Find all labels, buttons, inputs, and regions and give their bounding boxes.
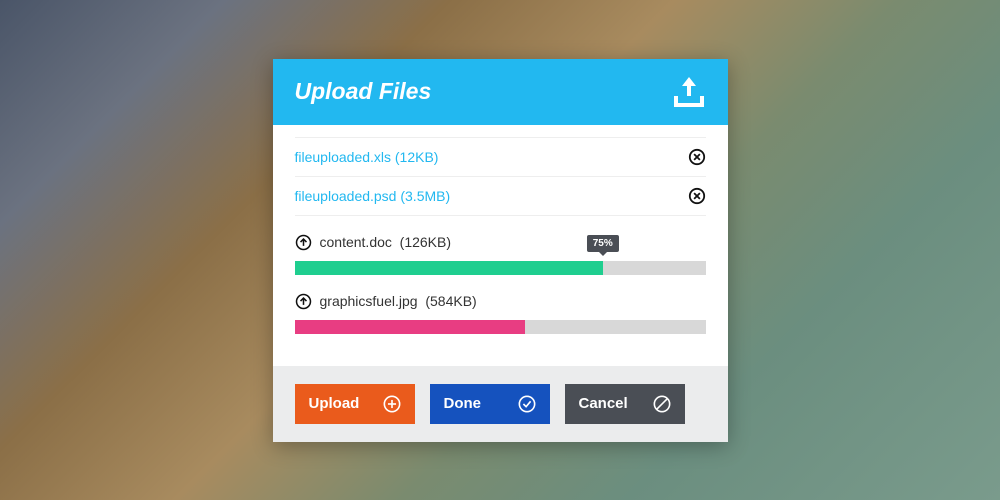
cancel-button-label: Cancel: [579, 395, 628, 412]
upload-arrow-icon: [295, 234, 312, 251]
uploading-file-block: graphicsfuel.jpg (584KB): [295, 293, 706, 334]
progress-tooltip: 75%: [587, 235, 619, 252]
remove-file-icon[interactable]: [688, 148, 706, 166]
progress-bar-wrap: [295, 320, 706, 334]
plus-circle-icon: [383, 395, 401, 413]
completed-file-row: fileuploaded.psd (3.5MB): [295, 176, 706, 216]
upload-button-label: Upload: [309, 395, 360, 412]
done-button-label: Done: [444, 395, 482, 412]
modal-header: Upload Files: [273, 59, 728, 125]
modal-footer: Upload Done Cancel: [273, 366, 728, 442]
progress-bar-wrap: 75%: [295, 261, 706, 275]
modal-title: Upload Files: [295, 78, 432, 105]
progress-fill: [295, 261, 603, 275]
prohibit-circle-icon: [653, 395, 671, 413]
uploading-file-name: content.doc (126KB): [320, 234, 452, 250]
progress-fill: [295, 320, 525, 334]
upload-arrow-icon: [295, 293, 312, 310]
progress-bar: [295, 261, 706, 275]
completed-file-link[interactable]: fileuploaded.psd (3.5MB): [295, 188, 451, 204]
uploading-file-name: graphicsfuel.jpg (584KB): [320, 293, 477, 309]
upload-tray-icon: [672, 77, 706, 107]
done-button[interactable]: Done: [430, 384, 550, 424]
uploading-file-block: content.doc (126KB) 75%: [295, 234, 706, 275]
check-circle-icon: [518, 395, 536, 413]
remove-file-icon[interactable]: [688, 187, 706, 205]
completed-file-link[interactable]: fileuploaded.xls (12KB): [295, 149, 439, 165]
modal-body: fileuploaded.xls (12KB) fileuploaded.psd…: [273, 125, 728, 366]
uploading-file-row: content.doc (126KB): [295, 234, 706, 251]
cancel-button[interactable]: Cancel: [565, 384, 685, 424]
upload-modal: Upload Files fileuploaded.xls (12KB) fil…: [273, 59, 728, 442]
upload-button[interactable]: Upload: [295, 384, 415, 424]
uploading-file-row: graphicsfuel.jpg (584KB): [295, 293, 706, 310]
progress-bar: [295, 320, 706, 334]
completed-file-row: fileuploaded.xls (12KB): [295, 137, 706, 176]
